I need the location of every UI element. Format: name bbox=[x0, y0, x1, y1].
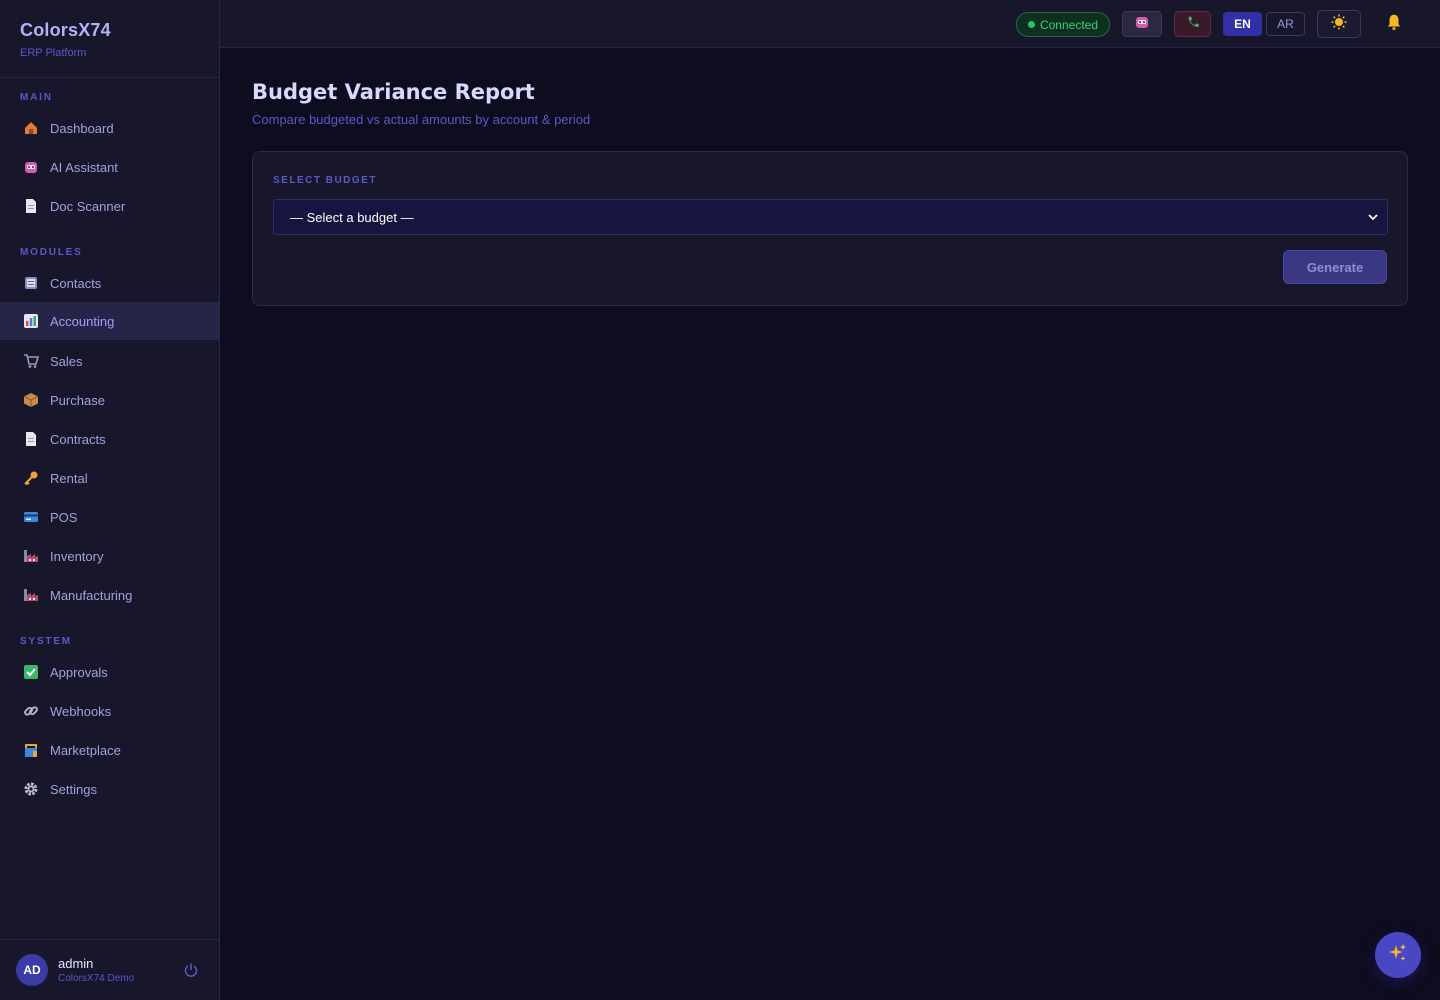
ai-fab-button[interactable] bbox=[1375, 932, 1421, 978]
user-name: admin bbox=[58, 956, 94, 971]
sidebar-item-pos[interactable]: POS bbox=[0, 498, 219, 536]
sidebar-item-doc-scanner[interactable]: Doc Scanner bbox=[0, 187, 219, 225]
sidebar-item-label: Marketplace bbox=[50, 742, 121, 758]
page-subtitle: Compare budgeted vs actual amounts by ac… bbox=[252, 112, 591, 127]
generate-button[interactable]: Generate bbox=[1283, 250, 1387, 284]
sidebar-item-label: Accounting bbox=[50, 313, 115, 329]
contacts-icon bbox=[22, 274, 40, 292]
avatar[interactable]: AD bbox=[16, 954, 48, 986]
status-dot-icon bbox=[1027, 21, 1035, 28]
shop-icon bbox=[22, 741, 40, 759]
bell-icon bbox=[1385, 13, 1403, 35]
sidebar-item-label: Dashboard bbox=[50, 120, 114, 136]
budget-select-value: — Select a budget — bbox=[290, 209, 414, 225]
brand-title[interactable]: ColorsX74 bbox=[20, 20, 199, 41]
brand: ColorsX74 ERP Platform bbox=[0, 0, 219, 78]
theme-toggle-button[interactable] bbox=[1317, 10, 1361, 38]
document-icon bbox=[22, 430, 40, 448]
budget-select-card: SELECT BUDGET — Select a budget — Genera… bbox=[252, 151, 1408, 306]
sidebar-item-marketplace[interactable]: Marketplace bbox=[0, 731, 219, 769]
sidebar-item-label: AI Assistant bbox=[50, 159, 118, 175]
factory-icon bbox=[22, 547, 40, 565]
sidebar-item-label: Contracts bbox=[50, 431, 106, 447]
sidebar-item-ai-assistant[interactable]: AI Assistant bbox=[0, 148, 219, 186]
section-label-main: MAIN bbox=[20, 92, 53, 103]
check-icon bbox=[22, 663, 40, 681]
sidebar-item-label: Settings bbox=[50, 781, 97, 797]
sidebar-item-accounting[interactable]: Accounting bbox=[0, 302, 219, 340]
sidebar-item-label: Sales bbox=[50, 353, 83, 369]
sidebar-item-label: Webhooks bbox=[50, 703, 112, 719]
connection-status-label: Connected bbox=[1039, 17, 1099, 32]
user-org: ColorsX74 Demo bbox=[58, 973, 135, 984]
link-icon bbox=[22, 702, 40, 720]
sidebar-item-label: POS bbox=[50, 509, 78, 525]
chevron-down-icon bbox=[1367, 211, 1379, 223]
sparkle-icon bbox=[1387, 942, 1409, 968]
page-title: Budget Variance Report bbox=[252, 80, 535, 104]
brand-subtitle: ERP Platform bbox=[20, 47, 87, 59]
sidebar-item-label: Manufacturing bbox=[50, 587, 133, 603]
package-icon bbox=[22, 391, 40, 409]
sidebar-item-rental[interactable]: Rental bbox=[0, 459, 219, 497]
key-icon bbox=[22, 469, 40, 487]
sidebar-item-label: Approvals bbox=[50, 664, 108, 680]
connection-status-badge: Connected bbox=[1016, 12, 1110, 37]
sidebar-item-label: Doc Scanner bbox=[50, 198, 126, 214]
sidebar-item-approvals[interactable]: Approvals bbox=[0, 653, 219, 691]
sidebar-item-sales[interactable]: Sales bbox=[0, 342, 219, 380]
section-label-system: SYSTEM bbox=[20, 636, 72, 647]
sidebar: ColorsX74 ERP Platform MAIN Dashboard AI… bbox=[0, 0, 220, 1000]
select-budget-label: SELECT BUDGET bbox=[273, 175, 377, 186]
ai-assistant-button[interactable] bbox=[1122, 11, 1162, 37]
user-panel: AD admin ColorsX74 Demo bbox=[0, 939, 219, 1000]
sidebar-item-dashboard[interactable]: Dashboard bbox=[0, 109, 219, 147]
sidebar-item-label: Contacts bbox=[50, 275, 102, 291]
sidebar-item-manufacturing[interactable]: Manufacturing bbox=[0, 576, 219, 614]
sidebar-item-label: Purchase bbox=[50, 392, 105, 408]
sidebar-item-purchase[interactable]: Purchase bbox=[0, 381, 219, 419]
home-icon bbox=[22, 119, 40, 137]
lang-ar-button[interactable]: AR bbox=[1266, 12, 1305, 36]
sidebar-item-label: Inventory bbox=[50, 548, 104, 564]
document-icon bbox=[22, 197, 40, 215]
sidebar-item-webhooks[interactable]: Webhooks bbox=[0, 692, 219, 730]
sidebar-item-settings[interactable]: Settings bbox=[0, 770, 219, 808]
sidebar-item-inventory[interactable]: Inventory bbox=[0, 537, 219, 575]
topbar: Connected EN AR bbox=[220, 0, 1440, 48]
budget-select[interactable]: — Select a budget — bbox=[273, 199, 1388, 235]
lang-en-button[interactable]: EN bbox=[1223, 12, 1262, 36]
section-label-modules: MODULES bbox=[20, 247, 83, 258]
robot-icon bbox=[1134, 14, 1150, 34]
sidebar-item-label: Rental bbox=[50, 470, 88, 486]
sun-icon bbox=[1331, 14, 1347, 34]
robot-icon bbox=[22, 158, 40, 176]
cart-icon bbox=[22, 352, 40, 370]
call-button[interactable] bbox=[1174, 11, 1211, 37]
sidebar-item-contracts[interactable]: Contracts bbox=[0, 420, 219, 458]
factory-icon bbox=[22, 586, 40, 604]
gear-icon bbox=[22, 780, 40, 798]
card-icon bbox=[22, 508, 40, 526]
chart-icon bbox=[22, 312, 40, 330]
phone-icon bbox=[1186, 15, 1200, 33]
power-icon[interactable] bbox=[183, 962, 199, 978]
sidebar-item-contacts[interactable]: Contacts bbox=[0, 264, 219, 302]
notifications-button[interactable] bbox=[1382, 11, 1406, 37]
